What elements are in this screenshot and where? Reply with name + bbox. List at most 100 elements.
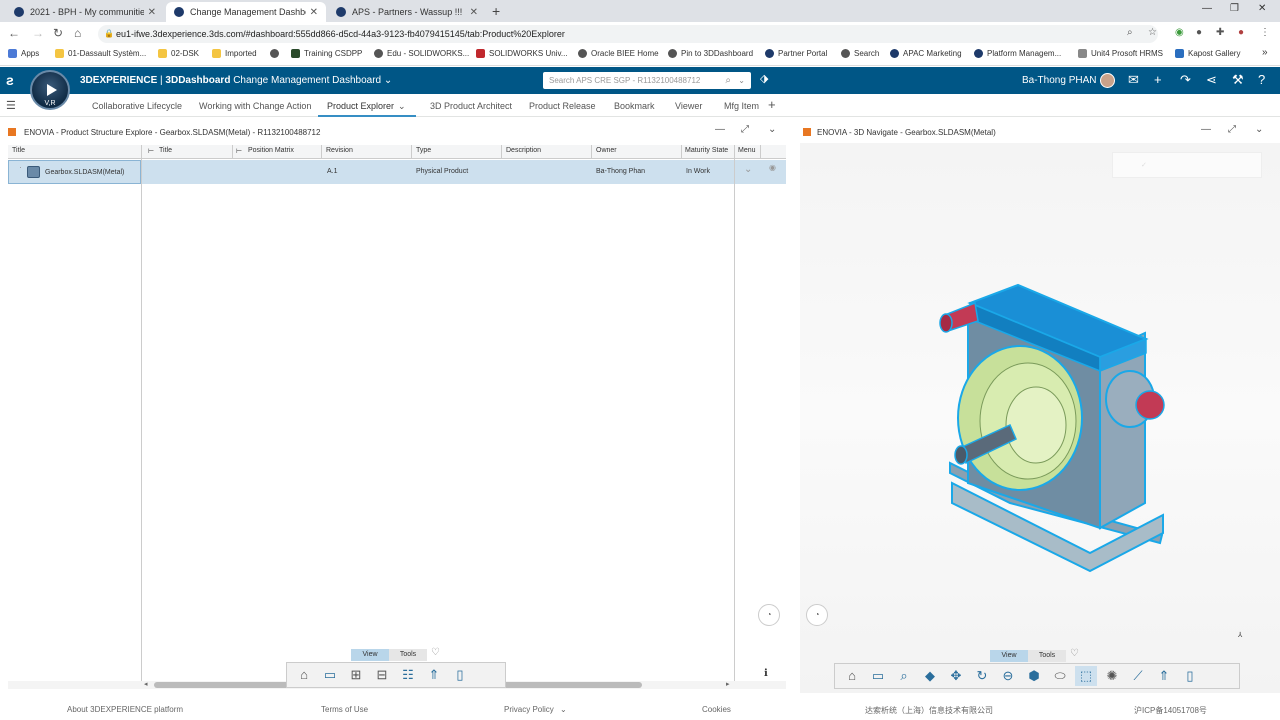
zoom-icon[interactable]: ⌕ bbox=[1127, 27, 1133, 38]
tab-working-with-change-action[interactable]: Working with Change Action bbox=[199, 101, 311, 111]
bookmark-link[interactable]: Unit4 Prosoft HRMS bbox=[1078, 49, 1163, 58]
zoom-area-icon[interactable]: ⊖ bbox=[997, 666, 1019, 686]
footer-link-about[interactable]: About 3DEXPERIENCE platform bbox=[67, 705, 183, 714]
tab-view[interactable]: View bbox=[351, 649, 389, 661]
share-icon[interactable]: ↷ bbox=[1180, 72, 1191, 88]
gearbox-model[interactable] bbox=[800, 143, 1280, 693]
chevron-down-icon[interactable]: ⌄ bbox=[384, 75, 392, 86]
bookmark-folder[interactable]: Imported bbox=[212, 49, 257, 58]
axis-triad-icon[interactable]: ⅄ bbox=[1238, 631, 1242, 639]
extension-icon[interactable]: ● bbox=[1196, 27, 1202, 38]
forward-icon[interactable]: → bbox=[32, 26, 44, 40]
structure-view-icon[interactable]: ☷ bbox=[397, 665, 419, 685]
kebab-menu-icon[interactable]: ⋮ bbox=[1260, 27, 1270, 38]
bookmark-link[interactable]: Training CSDPP bbox=[291, 49, 362, 58]
bookmark-link[interactable]: SOLIDWORKS Univ... bbox=[476, 49, 568, 58]
tab-collaborative-lifecycle[interactable]: Collaborative Lifecycle bbox=[92, 101, 182, 111]
bookmark-link[interactable]: Pin to 3DDashboard bbox=[668, 49, 753, 58]
bookmark-link[interactable]: Search bbox=[841, 49, 879, 58]
column-header[interactable]: Title bbox=[12, 147, 25, 154]
section-icon[interactable]: ⬭ bbox=[1049, 666, 1071, 686]
render-style-icon[interactable]: ⬢ bbox=[1023, 666, 1045, 686]
more-bookmarks-icon[interactable]: » bbox=[1262, 47, 1268, 58]
tab-bookmark[interactable]: Bookmark bbox=[614, 101, 655, 111]
scroll-right-icon[interactable]: ▸ bbox=[726, 680, 730, 688]
explode-icon[interactable]: ✺ bbox=[1101, 666, 1123, 686]
bookmark-link[interactable] bbox=[270, 49, 283, 58]
close-icon[interactable]: ✕ bbox=[148, 7, 156, 18]
close-window-icon[interactable]: ✕ bbox=[1258, 3, 1266, 14]
bookmark-apps[interactable]: Apps bbox=[8, 49, 39, 58]
add-tab-icon[interactable]: + bbox=[768, 97, 776, 112]
notifications-icon[interactable]: ✉ bbox=[1128, 72, 1139, 88]
select-icon[interactable]: ⬚ bbox=[1075, 666, 1097, 686]
close-icon[interactable]: ✕ bbox=[310, 7, 318, 18]
column-header[interactable]: Revision bbox=[326, 147, 353, 154]
tab-mfg-item[interactable]: Mfg Item bbox=[724, 101, 759, 111]
tab-product-release[interactable]: Product Release bbox=[529, 101, 596, 111]
maximize-panel-icon[interactable]: ⤢ bbox=[741, 124, 749, 135]
info-icon[interactable]: ℹ bbox=[764, 668, 768, 679]
bookmark-link[interactable]: Partner Portal bbox=[765, 49, 827, 58]
chevron-down-icon[interactable]: ⌄ bbox=[560, 705, 567, 714]
rotate-icon[interactable]: ↻ bbox=[971, 666, 993, 686]
chevron-down-icon[interactable]: ⌄ bbox=[398, 101, 406, 112]
browser-tab[interactable]: APS - Partners - Wassup !!! ✕ bbox=[328, 2, 486, 22]
footer-icp[interactable]: 沪ICP备14051708号 bbox=[1134, 705, 1207, 716]
tab-tools[interactable]: Tools bbox=[1028, 650, 1066, 662]
column-header[interactable]: Description bbox=[506, 147, 541, 154]
side-panel-icon[interactable]: ▭ bbox=[867, 666, 889, 686]
lifecycle-icon[interactable]: ⇑ bbox=[1153, 666, 1175, 686]
search-input[interactable]: Search APS CRE SGP - R1132100488712 ⌕ ⌄ bbox=[543, 72, 751, 89]
home-icon[interactable]: ⌂ bbox=[841, 666, 863, 686]
bookmark-link[interactable]: Edu - SOLIDWORKS... bbox=[374, 49, 469, 58]
tab-3d-product-architect[interactable]: 3D Product Architect bbox=[430, 101, 512, 111]
bookmark-folder[interactable]: 02-DSK bbox=[158, 49, 199, 58]
column-header[interactable]: Title bbox=[159, 147, 172, 154]
chevron-down-icon[interactable]: ⌄ bbox=[1255, 124, 1263, 135]
tree-cell[interactable]: · Gearbox.SLDASM(Metal) bbox=[8, 160, 141, 184]
browser-tab-active[interactable]: Change Management Dashboard ✕ bbox=[166, 2, 326, 22]
bookmark-folder[interactable]: 01-Dassault Systèm... bbox=[55, 49, 146, 58]
footer-link-cookies[interactable]: Cookies bbox=[702, 705, 731, 714]
search-icon[interactable]: ⌕ bbox=[725, 72, 731, 89]
row-menu-icon[interactable]: ⌄ bbox=[744, 164, 752, 175]
minimize-panel-icon[interactable]: — bbox=[715, 124, 725, 135]
avatar[interactable] bbox=[1100, 73, 1115, 88]
chevron-down-icon[interactable]: ♡ bbox=[431, 647, 440, 658]
expand-icon[interactable]: · bbox=[19, 162, 22, 172]
new-tab-button[interactable]: + bbox=[492, 3, 500, 19]
tree-expand-icon[interactable]: ⊞ bbox=[345, 665, 367, 685]
zoom-icon[interactable]: ⌕ bbox=[893, 666, 915, 686]
bookmark-link[interactable]: APAC Marketing bbox=[890, 49, 962, 58]
tab-tools[interactable]: Tools bbox=[389, 649, 427, 661]
lifecycle-icon[interactable]: ⇑ bbox=[423, 665, 445, 685]
maximize-panel-icon[interactable]: ⤢ bbox=[1228, 124, 1236, 135]
puzzle-icon[interactable]: ✚ bbox=[1216, 27, 1224, 38]
restore-icon[interactable]: ❐ bbox=[1230, 3, 1239, 14]
footer-link-privacy[interactable]: Privacy Policy bbox=[504, 705, 554, 714]
chevron-down-icon[interactable]: ♡ bbox=[1070, 648, 1079, 659]
ds-logo-icon[interactable]: ƨ bbox=[6, 72, 14, 88]
minimize-panel-icon[interactable]: — bbox=[1201, 124, 1211, 135]
panel-toggle-icon[interactable]: ▯ bbox=[449, 665, 471, 685]
help-icon[interactable]: ? bbox=[1258, 72, 1265, 87]
app-title[interactable]: 3DEXPERIENCE | 3DDashboard Change Manage… bbox=[80, 75, 392, 86]
navigation-helper-icon[interactable]: ◔ bbox=[806, 604, 828, 626]
star-icon[interactable]: ☆ bbox=[1148, 27, 1157, 38]
bookmark-link[interactable]: Oracle BIEE Home bbox=[578, 49, 659, 58]
side-panel-icon[interactable]: ▭ bbox=[319, 665, 341, 685]
structure-icon[interactable]: ⊟ bbox=[371, 665, 393, 685]
chevron-down-icon[interactable]: ⌄ bbox=[768, 124, 776, 135]
tab-product-explorer[interactable]: Product Explorer bbox=[327, 101, 394, 111]
view-cube-icon[interactable]: ◆ bbox=[919, 666, 941, 686]
url-input[interactable]: 🔒 eu1-ifwe.3dexperience.3ds.com/#dashboa… bbox=[98, 25, 1158, 43]
extension-icon[interactable]: ◉ bbox=[1175, 27, 1184, 38]
panel-toggle-icon[interactable]: ▯ bbox=[1179, 666, 1201, 686]
scroll-left-icon[interactable]: ◂ bbox=[144, 680, 148, 688]
footer-link-terms[interactable]: Terms of Use bbox=[321, 705, 368, 714]
minimize-icon[interactable]: — bbox=[1202, 3, 1212, 14]
tag-icon[interactable]: ⬗ bbox=[760, 72, 768, 85]
navigation-helper-icon[interactable]: ◔ bbox=[758, 604, 780, 626]
column-header[interactable]: Menu bbox=[738, 147, 756, 154]
